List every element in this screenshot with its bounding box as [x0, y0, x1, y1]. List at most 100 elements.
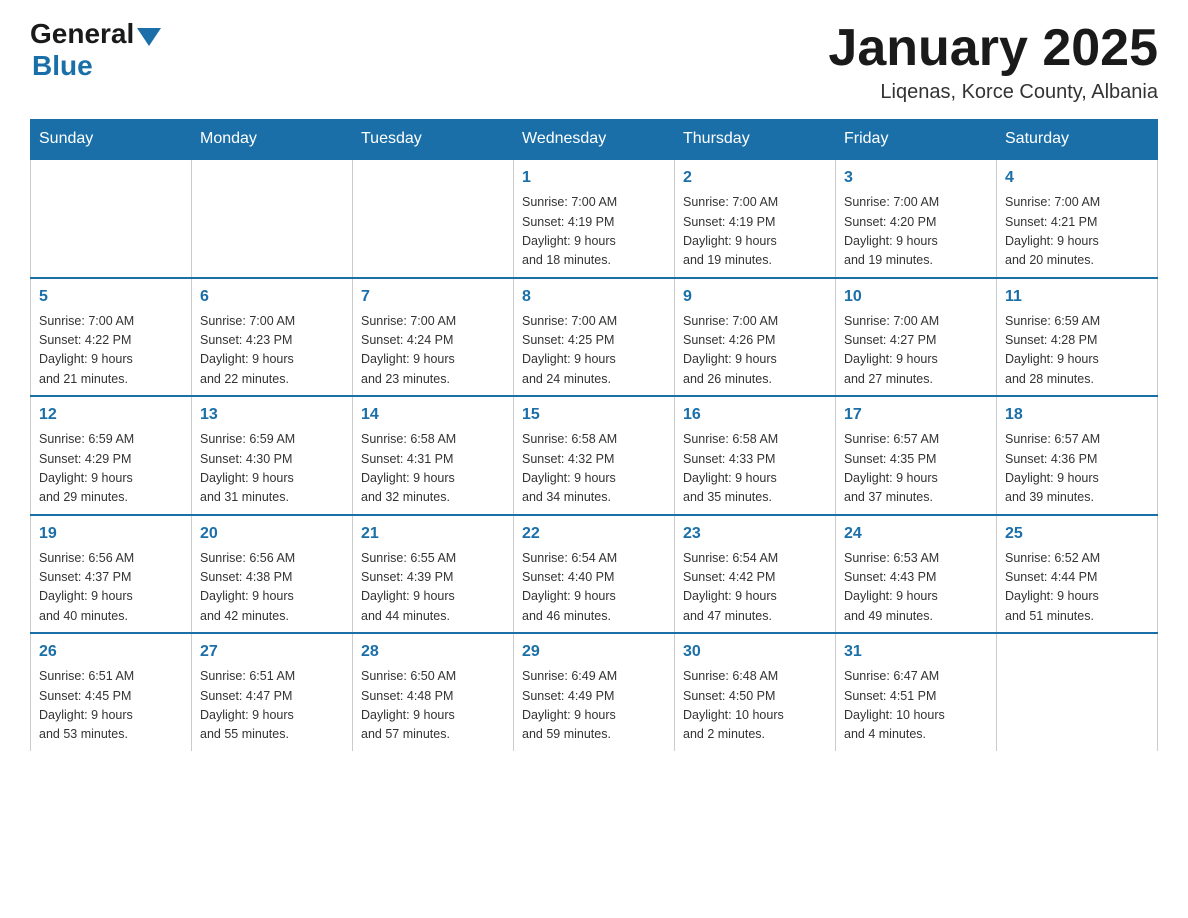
day-info: Sunrise: 6:58 AMSunset: 4:33 PMDaylight:…	[683, 430, 827, 508]
calendar-cell: 21 Sunrise: 6:55 AMSunset: 4:39 PMDayligh…	[353, 515, 514, 634]
calendar-cell: 24Sunrise: 6:53 AMSunset: 4:43 PMDayligh…	[836, 515, 997, 634]
calendar-cell: 7 Sunrise: 7:00 AMSunset: 4:24 PMDaylight…	[353, 278, 514, 397]
day-number: 19	[39, 522, 183, 546]
day-info: Sunrise: 6:55 AMSunset: 4:39 PMDaylight:…	[361, 549, 505, 627]
calendar-week-row: 12 Sunrise: 6:59 AMSunset: 4:29 PMDayligh…	[31, 396, 1158, 515]
calendar-cell: 16 Sunrise: 6:58 AMSunset: 4:33 PMDayligh…	[675, 396, 836, 515]
logo-general-text: General	[30, 20, 134, 48]
day-number: 15	[522, 403, 666, 427]
day-info: Sunrise: 6:59 AMSunset: 4:29 PMDaylight:…	[39, 430, 183, 508]
calendar-cell: 14Sunrise: 6:58 AMSunset: 4:31 PMDayligh…	[353, 396, 514, 515]
day-info: Sunrise: 7:00 AMSunset: 4:27 PMDaylight:…	[844, 312, 988, 390]
day-info: Sunrise: 6:48 AMSunset: 4:50 PMDaylight:…	[683, 667, 827, 745]
day-number: 10	[844, 285, 988, 309]
day-number: 2	[683, 166, 827, 190]
day-info: Sunrise: 6:57 AMSunset: 4:35 PMDaylight:…	[844, 430, 988, 508]
day-info: Sunrise: 6:50 AMSunset: 4:48 PMDaylight:…	[361, 667, 505, 745]
day-info: Sunrise: 6:54 AMSunset: 4:42 PMDaylight:…	[683, 549, 827, 627]
calendar-header-saturday: Saturday	[997, 120, 1158, 160]
day-number: 11	[1005, 285, 1149, 309]
day-number: 26	[39, 640, 183, 664]
day-info: Sunrise: 6:49 AMSunset: 4:49 PMDaylight:…	[522, 667, 666, 745]
calendar-cell: 13Sunrise: 6:59 AMSunset: 4:30 PMDayligh…	[192, 396, 353, 515]
day-info: Sunrise: 7:00 AMSunset: 4:20 PMDaylight:…	[844, 193, 988, 271]
calendar-cell: 12 Sunrise: 6:59 AMSunset: 4:29 PMDayligh…	[31, 396, 192, 515]
calendar-header-wednesday: Wednesday	[514, 120, 675, 160]
day-info: Sunrise: 6:57 AMSunset: 4:36 PMDaylight:…	[1005, 430, 1149, 508]
day-info: Sunrise: 6:58 AMSunset: 4:32 PMDaylight:…	[522, 430, 666, 508]
day-number: 16	[683, 403, 827, 427]
calendar-cell: 27 Sunrise: 6:51 AMSunset: 4:47 PMDayligh…	[192, 633, 353, 751]
calendar-cell: 1 Sunrise: 7:00 AMSunset: 4:19 PMDaylight…	[514, 159, 675, 278]
calendar-cell: 3 Sunrise: 7:00 AMSunset: 4:20 PMDaylight…	[836, 159, 997, 278]
calendar-cell	[997, 633, 1158, 751]
day-number: 17	[844, 403, 988, 427]
day-info: Sunrise: 7:00 AMSunset: 4:21 PMDaylight:…	[1005, 193, 1149, 271]
calendar-week-row: 26 Sunrise: 6:51 AMSunset: 4:45 PMDayligh…	[31, 633, 1158, 751]
calendar-week-row: 19 Sunrise: 6:56 AMSunset: 4:37 PMDayligh…	[31, 515, 1158, 634]
calendar-header-friday: Friday	[836, 120, 997, 160]
calendar-cell: 10 Sunrise: 7:00 AMSunset: 4:27 PMDayligh…	[836, 278, 997, 397]
day-info: Sunrise: 6:52 AMSunset: 4:44 PMDaylight:…	[1005, 549, 1149, 627]
day-number: 9	[683, 285, 827, 309]
calendar-header-monday: Monday	[192, 120, 353, 160]
calendar-cell: 19 Sunrise: 6:56 AMSunset: 4:37 PMDayligh…	[31, 515, 192, 634]
day-info: Sunrise: 6:54 AMSunset: 4:40 PMDaylight:…	[522, 549, 666, 627]
day-info: Sunrise: 6:47 AMSunset: 4:51 PMDaylight:…	[844, 667, 988, 745]
calendar-cell: 30 Sunrise: 6:48 AMSunset: 4:50 PMDayligh…	[675, 633, 836, 751]
calendar-cell: 8Sunrise: 7:00 AMSunset: 4:25 PMDaylight…	[514, 278, 675, 397]
calendar-cell: 17 Sunrise: 6:57 AMSunset: 4:35 PMDayligh…	[836, 396, 997, 515]
calendar-cell: 5Sunrise: 7:00 AMSunset: 4:22 PMDaylight…	[31, 278, 192, 397]
day-number: 3	[844, 166, 988, 190]
day-number: 5	[39, 285, 183, 309]
day-number: 18	[1005, 403, 1149, 427]
day-info: Sunrise: 6:51 AMSunset: 4:47 PMDaylight:…	[200, 667, 344, 745]
month-title: January 2025	[828, 20, 1158, 77]
calendar-cell	[192, 159, 353, 278]
day-number: 22	[522, 522, 666, 546]
calendar-header-sunday: Sunday	[31, 120, 192, 160]
day-number: 1	[522, 166, 666, 190]
calendar-cell	[353, 159, 514, 278]
day-number: 7	[361, 285, 505, 309]
calendar-cell: 2Sunrise: 7:00 AMSunset: 4:19 PMDaylight…	[675, 159, 836, 278]
day-number: 29	[522, 640, 666, 664]
calendar-cell: 9 Sunrise: 7:00 AMSunset: 4:26 PMDaylight…	[675, 278, 836, 397]
day-info: Sunrise: 6:56 AMSunset: 4:37 PMDaylight:…	[39, 549, 183, 627]
calendar-header-tuesday: Tuesday	[353, 120, 514, 160]
day-info: Sunrise: 6:51 AMSunset: 4:45 PMDaylight:…	[39, 667, 183, 745]
calendar-cell	[31, 159, 192, 278]
day-number: 27	[200, 640, 344, 664]
day-info: Sunrise: 6:59 AMSunset: 4:28 PMDaylight:…	[1005, 312, 1149, 390]
day-number: 12	[39, 403, 183, 427]
day-number: 28	[361, 640, 505, 664]
day-info: Sunrise: 7:00 AMSunset: 4:25 PMDaylight:…	[522, 312, 666, 390]
logo: General Blue	[30, 20, 161, 82]
day-number: 20	[200, 522, 344, 546]
day-number: 4	[1005, 166, 1149, 190]
day-info: Sunrise: 7:00 AMSunset: 4:26 PMDaylight:…	[683, 312, 827, 390]
day-info: Sunrise: 7:00 AMSunset: 4:19 PMDaylight:…	[522, 193, 666, 271]
logo-blue-text: Blue	[32, 50, 93, 82]
calendar-cell: 26 Sunrise: 6:51 AMSunset: 4:45 PMDayligh…	[31, 633, 192, 751]
day-number: 23	[683, 522, 827, 546]
calendar-cell: 6 Sunrise: 7:00 AMSunset: 4:23 PMDaylight…	[192, 278, 353, 397]
calendar-header-row: SundayMondayTuesdayWednesdayThursdayFrid…	[31, 120, 1158, 160]
day-number: 30	[683, 640, 827, 664]
calendar-week-row: 1 Sunrise: 7:00 AMSunset: 4:19 PMDaylight…	[31, 159, 1158, 278]
calendar-cell: 28 Sunrise: 6:50 AMSunset: 4:48 PMDayligh…	[353, 633, 514, 751]
day-info: Sunrise: 7:00 AMSunset: 4:23 PMDaylight:…	[200, 312, 344, 390]
title-block: January 2025 Liqenas, Korce County, Alba…	[828, 20, 1158, 104]
calendar-cell: 20Sunrise: 6:56 AMSunset: 4:38 PMDayligh…	[192, 515, 353, 634]
day-info: Sunrise: 7:00 AMSunset: 4:24 PMDaylight:…	[361, 312, 505, 390]
day-number: 6	[200, 285, 344, 309]
day-number: 14	[361, 403, 505, 427]
calendar-cell: 23 Sunrise: 6:54 AMSunset: 4:42 PMDayligh…	[675, 515, 836, 634]
day-number: 25	[1005, 522, 1149, 546]
day-number: 21	[361, 522, 505, 546]
logo-arrow-icon	[137, 28, 161, 46]
calendar-cell: 22 Sunrise: 6:54 AMSunset: 4:40 PMDayligh…	[514, 515, 675, 634]
calendar-cell: 15 Sunrise: 6:58 AMSunset: 4:32 PMDayligh…	[514, 396, 675, 515]
day-number: 31	[844, 640, 988, 664]
day-number: 24	[844, 522, 988, 546]
